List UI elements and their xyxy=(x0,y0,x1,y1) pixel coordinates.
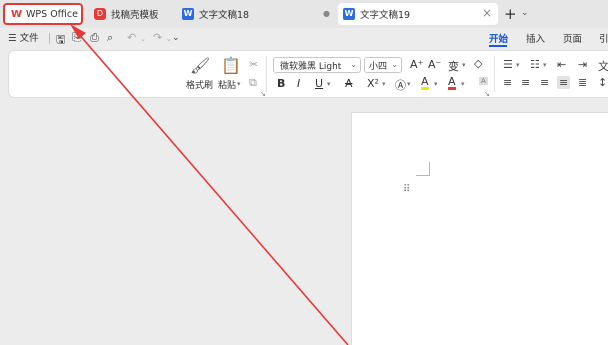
annotation-arrow-line xyxy=(76,31,349,345)
annotation-arrow-head xyxy=(70,24,86,39)
annotation-arrow xyxy=(70,24,349,345)
